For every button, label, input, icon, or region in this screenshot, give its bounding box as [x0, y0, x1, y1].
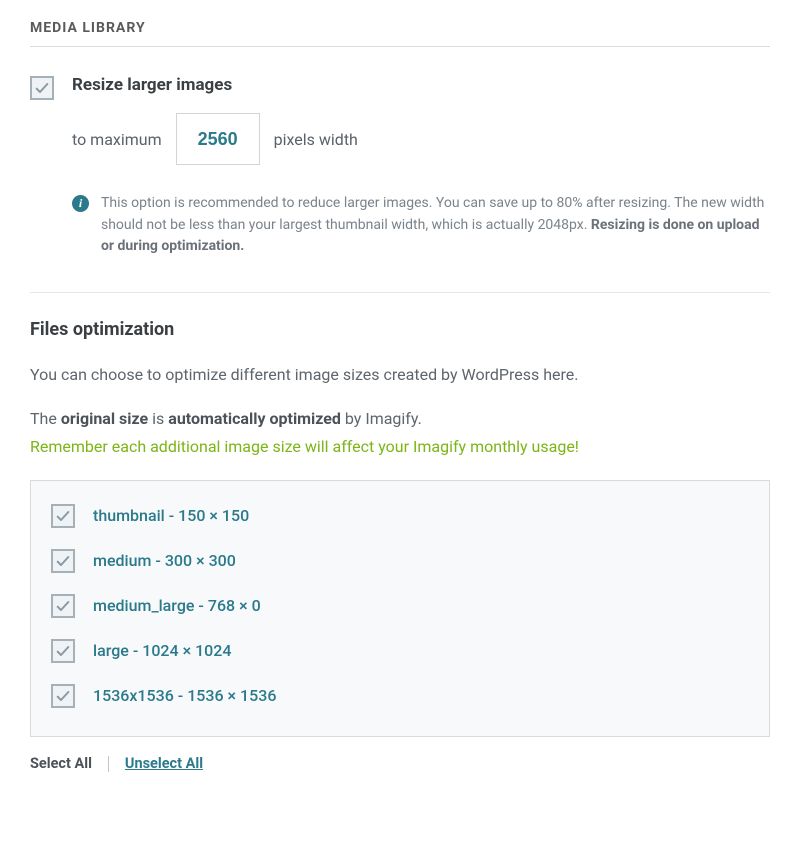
usage-warning: Remember each additional image size will…: [30, 437, 770, 456]
size-label: 1536x1536 - 1536 × 1536: [93, 686, 276, 705]
resize-prefix: to maximum: [72, 130, 162, 149]
check-icon: [55, 643, 71, 659]
select-all-button[interactable]: Select All: [30, 755, 92, 772]
size-item-thumbnail: thumbnail - 150 × 150: [51, 503, 749, 528]
resize-suffix: pixels width: [274, 130, 358, 149]
unselect-all-button[interactable]: Unselect All: [125, 755, 203, 772]
resize-label: Resize larger images: [72, 75, 770, 95]
resize-row: Resize larger images to maximum pixels w…: [30, 75, 770, 258]
info-icon: i: [72, 195, 89, 212]
desc2-b1: original size: [61, 409, 148, 428]
size-label: medium_large - 768 × 0: [93, 596, 261, 615]
files-optimization-desc2: The original size is automatically optim…: [30, 406, 770, 432]
size-label: thumbnail - 150 × 150: [93, 506, 249, 525]
image-sizes-box: thumbnail - 150 × 150 medium - 300 × 300…: [30, 480, 770, 737]
size-checkbox-1536[interactable]: [51, 684, 75, 708]
resize-input-row: to maximum pixels width: [72, 113, 770, 165]
size-item-medium: medium - 300 × 300: [51, 548, 749, 573]
section-title: MEDIA LIBRARY: [30, 20, 770, 47]
desc2-pre: The: [30, 409, 61, 428]
divider: [30, 292, 770, 293]
check-icon: [55, 598, 71, 614]
resize-width-input[interactable]: [176, 113, 260, 165]
size-checkbox-medium-large[interactable]: [51, 594, 75, 618]
divider-vertical: [108, 756, 109, 772]
check-icon: [55, 508, 71, 524]
size-label: medium - 300 × 300: [93, 551, 236, 570]
desc2-post: by Imagify.: [341, 409, 422, 428]
check-icon: [55, 553, 71, 569]
desc2-mid: is: [148, 409, 168, 428]
size-item-1536: 1536x1536 - 1536 × 1536: [51, 683, 749, 708]
check-icon: [34, 80, 50, 96]
select-actions: Select All Unselect All: [30, 755, 770, 772]
resize-checkbox[interactable]: [30, 76, 54, 100]
size-item-large: large - 1024 × 1024: [51, 638, 749, 663]
size-item-medium-large: medium_large - 768 × 0: [51, 593, 749, 618]
resize-content: Resize larger images to maximum pixels w…: [72, 75, 770, 258]
resize-info-text: This option is recommended to reduce lar…: [101, 193, 770, 258]
size-checkbox-large[interactable]: [51, 639, 75, 663]
size-checkbox-medium[interactable]: [51, 549, 75, 573]
resize-info: i This option is recommended to reduce l…: [72, 193, 770, 258]
check-icon: [55, 688, 71, 704]
files-optimization-heading: Files optimization: [30, 319, 770, 340]
files-optimization-desc1: You can choose to optimize different ima…: [30, 362, 770, 388]
desc2-b2: automatically optimized: [168, 409, 341, 428]
size-label: large - 1024 × 1024: [93, 641, 231, 660]
size-checkbox-thumbnail[interactable]: [51, 504, 75, 528]
